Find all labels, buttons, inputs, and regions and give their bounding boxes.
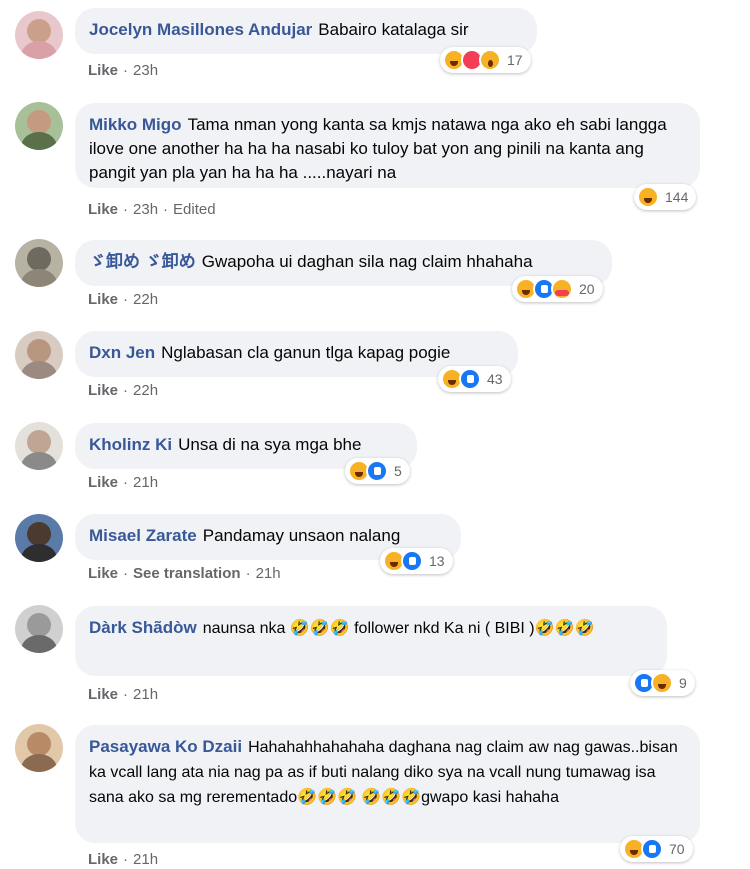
reactions-summary[interactable]: 13 <box>380 548 453 574</box>
comment-author[interactable]: Kholinz Ki <box>89 435 172 454</box>
like-button[interactable]: Like <box>88 851 118 868</box>
timestamp[interactable]: 21h <box>133 686 158 703</box>
reactions-summary[interactable]: 144 <box>634 184 697 210</box>
like-reaction-icon <box>401 550 423 572</box>
comment-actions: Like · See translation · 21h <box>88 565 281 582</box>
avatar[interactable] <box>15 331 63 379</box>
reaction-count: 9 <box>679 675 687 691</box>
avatar[interactable] <box>15 724 63 772</box>
avatar[interactable] <box>15 102 63 150</box>
avatar[interactable] <box>15 11 63 59</box>
comment-bubble: Pasayawa Ko Dzaii Hahahahhahahaha daghana… <box>75 725 700 843</box>
comment-text: naunsa nka 🤣🤣🤣 follower nkd Ka ni ( BIBI… <box>202 620 595 637</box>
reactions-summary[interactable]: 5 <box>345 458 410 484</box>
avatar[interactable] <box>15 605 63 653</box>
haha-reaction-icon <box>637 186 659 208</box>
comment-actions: Like · 22h <box>88 382 159 399</box>
haha-reaction-icon <box>651 672 673 694</box>
reaction-count: 70 <box>669 841 685 857</box>
like-button[interactable]: Like <box>88 686 118 703</box>
care-reaction-icon <box>551 278 573 300</box>
reaction-count: 17 <box>507 52 523 68</box>
comment-text: Gwapoha ui daghan sila nag claim hhahaha <box>201 252 533 271</box>
reaction-count: 5 <box>394 463 402 479</box>
timestamp[interactable]: 22h <box>133 382 158 399</box>
reactions-summary[interactable]: 70 <box>620 836 693 862</box>
like-button[interactable]: Like <box>88 201 118 218</box>
comment-actions: Like · 22h <box>88 291 159 308</box>
timestamp[interactable]: 21h <box>133 851 158 868</box>
avatar[interactable] <box>15 422 63 470</box>
comment-text: Unsa di na sya mga bhe <box>178 435 362 454</box>
reactions-summary[interactable]: 43 <box>438 366 511 392</box>
like-button[interactable]: Like <box>88 291 118 308</box>
like-button[interactable]: Like <box>88 62 118 79</box>
comment-actions: Like · 21h <box>88 851 159 868</box>
reactions-summary[interactable]: 9 <box>630 670 695 696</box>
like-reaction-icon <box>366 460 388 482</box>
comment-author[interactable]: ゞ卸め ゞ卸め <box>89 252 196 271</box>
timestamp[interactable]: 22h <box>133 291 158 308</box>
comment-author[interactable]: Misael Zarate <box>89 526 197 545</box>
comment-author[interactable]: Dxn Jen <box>89 343 155 362</box>
like-reaction-icon <box>459 368 481 390</box>
comment-author[interactable]: Jocelyn Masillones Andujar <box>89 20 312 39</box>
comment-bubble: Mikko Migo Tama nman yong kanta sa kmjs n… <box>75 103 700 188</box>
comment-text: Babairo katalaga sir <box>318 20 469 39</box>
comment-actions: Like · 23h <box>88 62 159 79</box>
timestamp[interactable]: 21h <box>133 474 158 491</box>
like-button[interactable]: Like <box>88 565 118 582</box>
timestamp[interactable]: 23h <box>133 201 158 218</box>
comment-text: Pandamay unsaon nalang <box>202 526 401 545</box>
like-button[interactable]: Like <box>88 382 118 399</box>
avatar[interactable] <box>15 514 63 562</box>
comment-author[interactable]: Pasayawa Ko Dzaii <box>89 737 242 756</box>
reaction-count: 43 <box>487 371 503 387</box>
comment-actions: Like · 21h <box>88 474 159 491</box>
edited-label[interactable]: Edited <box>173 201 216 218</box>
reaction-count: 20 <box>579 281 595 297</box>
comment-author[interactable]: Mikko Migo <box>89 115 182 134</box>
comment-actions: Like · 21h <box>88 686 159 703</box>
comment-author[interactable]: Dàrk Shãdòw <box>89 618 197 637</box>
like-button[interactable]: Like <box>88 474 118 491</box>
reaction-count: 13 <box>429 553 445 569</box>
avatar[interactable] <box>15 239 63 287</box>
wow-reaction-icon <box>479 49 501 71</box>
timestamp[interactable]: 23h <box>133 62 158 79</box>
reactions-summary[interactable]: 17 <box>440 47 531 73</box>
reactions-summary[interactable]: 20 <box>512 276 603 302</box>
comment-bubble: Dàrk Shãdòw naunsa nka 🤣🤣🤣 follower nkd K… <box>75 606 667 676</box>
timestamp[interactable]: 21h <box>256 565 281 582</box>
comment-actions: Like · 23h · Edited <box>88 201 216 218</box>
like-reaction-icon <box>641 838 663 860</box>
see-translation-link[interactable]: See translation <box>133 565 241 582</box>
comment-text: Nglabasan cla ganun tlga kapag pogie <box>161 343 451 362</box>
reaction-count: 144 <box>665 189 689 205</box>
